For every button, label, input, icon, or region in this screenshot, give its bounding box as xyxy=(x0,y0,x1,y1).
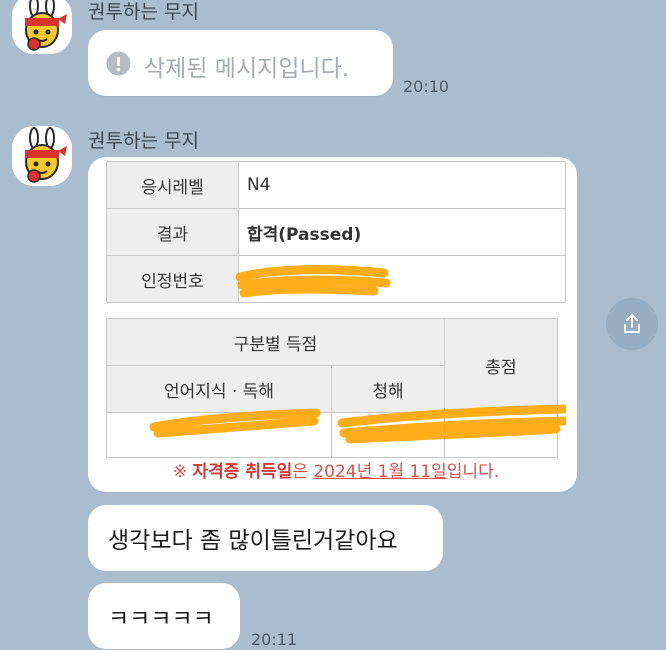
table-row: 구분별 득점 총점 xyxy=(106,318,558,413)
message-time: 20:11 xyxy=(251,630,298,649)
message-text: 생각보다 좀 많이틀린거같아요 xyxy=(108,528,398,554)
text-message-bubble[interactable]: 생각보다 좀 많이틀린거같아요 xyxy=(88,505,443,571)
muzi-avatar-icon xyxy=(12,126,72,186)
sender-name: 권투하는 무지 xyxy=(88,130,199,152)
deleted-message-bubble[interactable]: 삭제된 메시지입니다. xyxy=(88,30,393,96)
notice-prefix: ※ xyxy=(172,462,193,482)
acquisition-date-notice: ※ 자격증 취득일은 2024년 1월 11일입니다. xyxy=(106,457,566,482)
redaction-scribble xyxy=(149,408,321,438)
result-label: 결과 xyxy=(106,208,239,256)
notice-date: 2024년 1월 11일 xyxy=(313,462,447,482)
level-value: N4 xyxy=(238,161,566,209)
share-button[interactable] xyxy=(606,298,658,350)
level-label: 응시레벨 xyxy=(106,161,239,209)
text-message-bubble[interactable]: ㅋㅋㅋㅋㅋ xyxy=(88,583,240,649)
notice-bold: 자격증 취득일 xyxy=(192,462,293,482)
message-time: 20:10 xyxy=(403,77,450,96)
score-section-header: 구분별 득점 xyxy=(106,318,445,366)
notice-suffix: 입니다. xyxy=(446,462,500,482)
info-icon xyxy=(106,51,131,76)
sender-avatar[interactable] xyxy=(12,0,72,54)
deleted-message-text: 삭제된 메시지입니다. xyxy=(144,56,350,82)
sender-avatar[interactable] xyxy=(12,126,72,186)
certificate-number-label: 인정번호 xyxy=(106,255,239,303)
redaction-scribble xyxy=(337,404,566,444)
sender-name: 권투하는 무지 xyxy=(88,1,199,23)
redaction-scribble xyxy=(235,265,391,298)
photo-message-bubble[interactable]: 응시레벨 N4 결과 합격(Passed) 인정번호 구분별 득점 총점 언어지… xyxy=(88,157,577,492)
table-row: 응시레벨 N4 xyxy=(106,161,566,209)
exam-result-image: 응시레벨 N4 결과 합격(Passed) 인정번호 구분별 득점 총점 언어지… xyxy=(106,161,566,483)
result-value: 합격(Passed) xyxy=(238,208,566,256)
table-row: 결과 합격(Passed) xyxy=(106,208,566,256)
share-icon xyxy=(624,314,640,333)
notice-mid: 은 xyxy=(292,462,314,482)
muzi-avatar-icon xyxy=(12,0,72,54)
message-text: ㅋㅋㅋㅋㅋ xyxy=(108,606,214,632)
